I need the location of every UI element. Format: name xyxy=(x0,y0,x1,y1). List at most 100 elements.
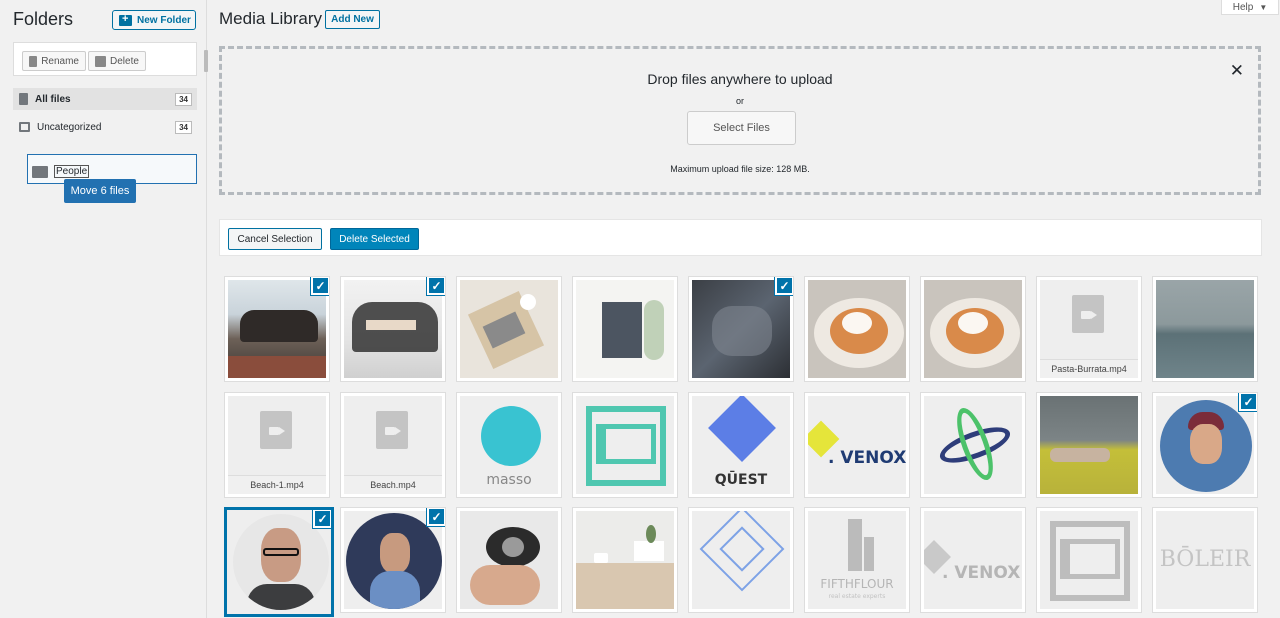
folder-label: All files xyxy=(35,93,71,105)
media-item[interactable]: ✓ xyxy=(340,276,446,382)
delete-selected-button[interactable]: Delete Selected xyxy=(330,228,419,250)
new-folder-icon xyxy=(119,13,132,26)
media-item[interactable]: ✓ xyxy=(340,507,446,613)
folder-label: Uncategorized xyxy=(37,121,102,133)
media-item[interactable]: Beach.mp4 xyxy=(340,392,446,498)
media-item[interactable]: ✓ xyxy=(224,276,330,382)
media-item[interactable]: QŪEST xyxy=(688,392,794,498)
checked-icon[interactable]: ✓ xyxy=(775,277,793,295)
smartwatch-thumbnail xyxy=(460,511,558,609)
checked-icon[interactable]: ✓ xyxy=(1239,393,1257,411)
logo-subtext: real estate experts xyxy=(828,593,886,600)
rename-label: Rename xyxy=(41,55,79,67)
upload-dropzone[interactable]: ✕ Drop files anywhere to upload or Selec… xyxy=(219,46,1261,195)
media-item[interactable]: . VENOX xyxy=(920,507,1026,613)
checked-icon[interactable]: ✓ xyxy=(313,510,331,528)
media-item[interactable]: BŌLEIR xyxy=(1152,507,1258,613)
panel-resize-handle[interactable] xyxy=(204,50,208,72)
folder-name-input[interactable]: People xyxy=(54,165,90,178)
folder-icon xyxy=(32,165,48,178)
venox-logo-gray: . VENOX xyxy=(924,511,1022,609)
laptop-desk-thumbnail xyxy=(460,280,558,378)
inbox-icon xyxy=(19,122,30,132)
sofa-photo-thumbnail xyxy=(1040,396,1138,494)
caret-down-icon: ▼ xyxy=(1259,2,1268,12)
orbit-logo xyxy=(924,396,1022,494)
media-item[interactable] xyxy=(920,392,1026,498)
fifthflour-logo: FIFTHFLOUR real estate experts xyxy=(808,511,906,609)
folder-actions: Rename Delete xyxy=(13,42,197,76)
media-item[interactable] xyxy=(456,276,562,382)
media-item[interactable] xyxy=(572,276,678,382)
media-item[interactable] xyxy=(688,507,794,613)
folder-count: 34 xyxy=(175,121,192,134)
logo-text: QŪEST xyxy=(714,472,768,488)
media-item[interactable]: ✓ xyxy=(1152,392,1258,498)
video-file-icon xyxy=(1072,295,1104,333)
help-label: Help xyxy=(1232,1,1254,13)
masso-logo: masso xyxy=(460,396,558,494)
pasta-dish-thumbnail xyxy=(808,280,906,378)
checked-icon[interactable]: ✓ xyxy=(427,508,445,526)
checked-icon[interactable]: ✓ xyxy=(427,277,445,295)
bulk-select-toolbar: Cancel Selection Delete Selected xyxy=(219,219,1262,256)
file-name: Beach-1.mp4 xyxy=(228,475,326,494)
max-upload-size: Maximum upload file size: 128 MB. xyxy=(670,164,810,174)
venox-logo: . VENOX xyxy=(808,396,906,494)
media-item[interactable] xyxy=(572,392,678,498)
cube-logo xyxy=(692,511,790,609)
file-name: Pasta-Burrata.mp4 xyxy=(1040,359,1138,378)
drag-tooltip: Move 6 files xyxy=(64,179,136,203)
checked-icon[interactable]: ✓ xyxy=(311,277,329,295)
folder-uncategorized[interactable]: Uncategorized 34 xyxy=(13,116,197,138)
file-name: Beach.mp4 xyxy=(344,475,442,494)
cancel-selection-button[interactable]: Cancel Selection xyxy=(228,228,322,250)
dark-card-thumbnail xyxy=(576,280,674,378)
media-grid: ✓ ✓ ✓ Pasta-Burrata.mp4 Beach-1.mp4 Beac… xyxy=(224,276,1264,618)
logo-text: FIFTHFLOUR xyxy=(820,577,894,591)
media-item[interactable] xyxy=(1036,507,1142,613)
pencil-icon xyxy=(29,55,38,67)
workspace-thumbnail xyxy=(576,511,674,609)
video-file-icon xyxy=(376,411,408,449)
upload-or-text: or xyxy=(735,96,744,106)
delete-folder-button[interactable]: Delete xyxy=(88,51,146,71)
media-item[interactable]: . VENOX xyxy=(804,392,910,498)
media-item[interactable] xyxy=(1036,392,1142,498)
media-item[interactable] xyxy=(804,276,910,382)
media-item[interactable] xyxy=(572,507,678,613)
pasta-dish-thumbnail xyxy=(924,280,1022,378)
media-item[interactable]: Beach-1.mp4 xyxy=(224,392,330,498)
select-files-button[interactable]: Select Files xyxy=(687,111,796,145)
folder-all-files[interactable]: All files 34 xyxy=(13,88,197,110)
media-item[interactable] xyxy=(1152,276,1258,382)
logo-text: . VENOX xyxy=(942,563,1021,583)
quest-logo: QŪEST xyxy=(692,396,790,494)
media-item[interactable] xyxy=(456,507,562,613)
delete-label: Delete xyxy=(110,55,139,67)
geo-logo-gray xyxy=(1040,511,1138,609)
logo-text: BŌLEIR xyxy=(1159,547,1251,572)
new-folder-label: New Folder xyxy=(137,14,191,26)
media-item-focused[interactable]: ✓ xyxy=(224,507,334,617)
media-item[interactable]: masso xyxy=(456,392,562,498)
page-title: Media Library xyxy=(219,9,322,28)
file-icon xyxy=(19,93,28,105)
boleir-logo: BŌLEIR xyxy=(1156,511,1254,609)
help-button[interactable]: Help ▼ xyxy=(1221,0,1279,15)
video-file-icon xyxy=(260,411,292,449)
folder-count: 34 xyxy=(175,93,192,106)
logo-text: masso xyxy=(486,472,532,488)
media-item[interactable] xyxy=(920,276,1026,382)
logo-text: . VENOX xyxy=(828,448,906,468)
folders-title: Folders xyxy=(13,9,74,29)
add-new-button[interactable]: Add New xyxy=(325,10,380,29)
media-item[interactable]: Pasta-Burrata.mp4 xyxy=(1036,276,1142,382)
rename-button[interactable]: Rename xyxy=(22,51,86,71)
upload-title: Drop files anywhere to upload xyxy=(647,71,833,87)
new-folder-button[interactable]: New Folder xyxy=(112,10,196,30)
trash-icon xyxy=(95,55,106,67)
media-item[interactable]: FIFTHFLOUR real estate experts xyxy=(804,507,910,613)
ocean-thumbnail xyxy=(1156,280,1254,378)
media-item[interactable]: ✓ xyxy=(688,276,794,382)
